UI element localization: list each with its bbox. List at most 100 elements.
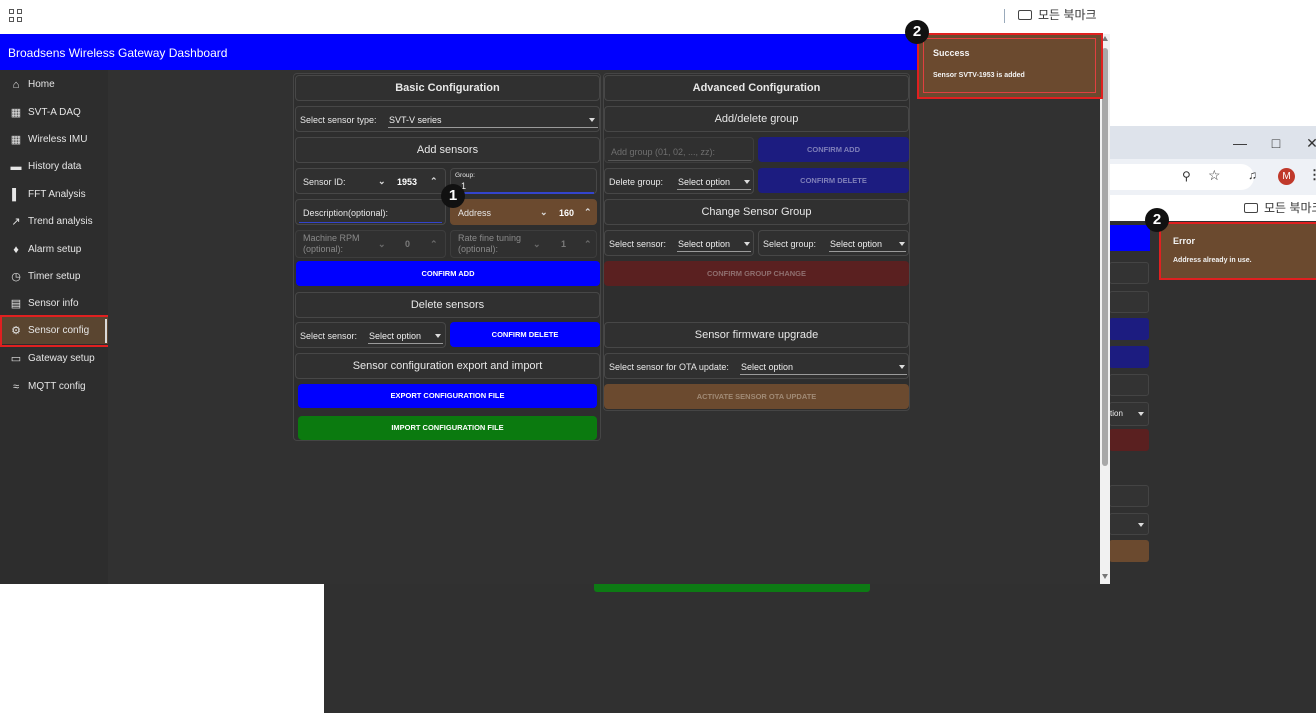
advanced-configuration-title: Advanced Configuration: [604, 75, 909, 101]
dashboard-icon: ▦: [10, 134, 22, 146]
sensor-type-row: Select sensor type: SVT-V series: [295, 106, 600, 132]
alarm-icon: ♦: [13, 244, 19, 256]
confirm-add-group-button[interactable]: CONFIRM ADD: [758, 137, 909, 162]
sensor-firmware-upgrade-title: Sensor firmware upgrade: [604, 322, 909, 348]
dropdown-arrow-icon: [1138, 412, 1144, 416]
maximize-icon[interactable]: □: [1266, 133, 1286, 153]
activate-ota-update-button[interactable]: ACTIVATE SENSOR OTA UPDATE: [604, 384, 909, 409]
chevron-down-icon[interactable]: ⌄: [533, 239, 541, 250]
export-configuration-button[interactable]: EXPORT CONFIGURATION FILE: [298, 384, 597, 408]
error-toast: Error Address already in use.: [1159, 222, 1316, 280]
sidebar-item-history-data[interactable]: ▬ History data: [0, 153, 108, 180]
sensor-type-select[interactable]: SVT-V series: [389, 115, 442, 125]
confirm-group-change-button[interactable]: CONFIRM GROUP CHANGE: [604, 261, 909, 286]
delete-group-select[interactable]: Select option: [678, 177, 730, 187]
ota-sensor-row: Select sensor for OTA update: Select opt…: [604, 353, 909, 379]
change-sensor-group-title: Change Sensor Group: [604, 199, 909, 225]
dropdown-arrow-icon: [589, 118, 595, 122]
confirm-add-button[interactable]: CONFIRM ADD: [296, 261, 600, 286]
bg-row: [1109, 540, 1149, 562]
bookmarks-divider: [1004, 9, 1005, 23]
scroll-down-arrow-icon[interactable]: [1102, 574, 1108, 579]
sidebar-item-fft-analysis[interactable]: ▌ FFT Analysis: [0, 181, 108, 208]
annotation-badge-2: 2: [905, 20, 929, 44]
confirm-delete-button[interactable]: CONFIRM DELETE: [450, 322, 600, 347]
annotation-badge-2: 2: [1145, 208, 1169, 232]
bg-row: [1109, 262, 1149, 284]
description-field[interactable]: Description(optional):: [295, 199, 446, 225]
chevron-down-icon[interactable]: ⌄: [540, 207, 548, 218]
chevron-down-icon[interactable]: ⌄: [378, 176, 386, 187]
star-icon[interactable]: ☆: [1208, 167, 1221, 184]
sidebar-item-alarm-setup[interactable]: ♦ Alarm setup: [0, 236, 108, 263]
bg-row: [1109, 374, 1149, 396]
bg-select-row: tion: [1109, 402, 1149, 426]
bg-row: [1109, 346, 1149, 368]
change-group-group-select[interactable]: Select option: [830, 239, 882, 249]
add-group-input[interactable]: Add group (01, 02, ..., zz):: [604, 137, 754, 163]
dropdown-arrow-icon: [435, 334, 441, 338]
clock-icon: ◷: [11, 271, 21, 283]
scrollbar-thumb[interactable]: [1102, 48, 1108, 466]
ota-sensor-select[interactable]: Select option: [741, 362, 793, 372]
folder-icon: ▬: [10, 161, 22, 173]
apps-grid-icon[interactable]: [9, 9, 23, 23]
dropdown-arrow-icon: [899, 242, 905, 246]
close-icon[interactable]: ✕: [1302, 133, 1316, 153]
media-icon[interactable]: ♫: [1248, 168, 1257, 182]
dropdown-arrow-icon: [744, 180, 750, 184]
sensor-id-field[interactable]: Sensor ID: ⌄ 1953 ⌃: [295, 168, 446, 194]
sidebar-item-wireless-imu[interactable]: ▦ Wireless IMU: [0, 126, 108, 153]
success-toast-title: Success: [933, 48, 970, 58]
chevron-up-icon[interactable]: ⌃: [430, 176, 438, 187]
bar-chart-icon: ▌: [12, 189, 20, 201]
sidebar-item-sensor-info[interactable]: ▤ Sensor info: [0, 290, 108, 317]
import-configuration-button[interactable]: IMPORT CONFIGURATION FILE: [298, 416, 597, 440]
dashboard-icon: ▦: [10, 107, 22, 119]
bg-import-button-edge: [594, 584, 870, 592]
basic-configuration-title: Basic Configuration: [295, 75, 600, 101]
sidebar-item-timer-setup[interactable]: ◷ Timer setup: [0, 263, 108, 290]
export-import-title: Sensor configuration export and import: [295, 353, 600, 379]
dropdown-arrow-icon: [744, 242, 750, 246]
all-bookmarks-button[interactable]: 모든 북마크: [1018, 6, 1097, 24]
chevron-up-icon[interactable]: ⌃: [584, 239, 592, 250]
laptop-icon: ▭: [10, 353, 22, 365]
change-group-group-row: Select group: Select option: [758, 230, 909, 256]
delete-sensor-row: Select sensor: Select option: [295, 322, 446, 348]
confirm-delete-group-button[interactable]: CONFIRM DELETE: [758, 168, 909, 193]
info-card-icon: ▤: [10, 298, 22, 310]
bg-row: [1109, 485, 1149, 507]
sidebar-item-svt-a-daq[interactable]: ▦ SVT-A DAQ: [0, 99, 108, 126]
dropdown-arrow-icon: [1138, 523, 1144, 527]
error-toast-title: Error: [1173, 236, 1196, 246]
sidebar-item-mqtt-config[interactable]: ≈ MQTT config: [0, 373, 108, 400]
profile-avatar[interactable]: M: [1278, 168, 1295, 185]
vertical-scrollbar[interactable]: [1100, 34, 1110, 584]
folder-icon: [1244, 203, 1258, 213]
minimize-icon[interactable]: —: [1230, 133, 1250, 153]
sidebar-item-home[interactable]: ⌂ Home: [0, 71, 108, 98]
machine-rpm-field[interactable]: Machine RPM (optional): ⌄ 0 ⌃: [295, 230, 446, 258]
sidebar-item-gateway-setup[interactable]: ▭ Gateway setup: [0, 345, 108, 372]
group-field[interactable]: Group: 1: [450, 168, 597, 194]
add-delete-group-title: Add/delete group: [604, 106, 909, 132]
bg-row: [1109, 318, 1149, 340]
success-toast: Success Sensor SVTV-1953 is added: [917, 33, 1103, 99]
chevron-up-icon[interactable]: ⌃: [430, 239, 438, 250]
change-group-sensor-select[interactable]: Select option: [678, 239, 730, 249]
delete-group-row: Delete group: Select option: [604, 168, 754, 194]
browser-bookmarks-bar: [0, 0, 1110, 34]
success-toast-message: Sensor SVTV-1953 is added: [933, 72, 1025, 79]
rate-fine-tuning-field[interactable]: Rate fine tuning (optional): ⌄ 1 ⌃: [450, 230, 597, 258]
bg-all-bookmarks[interactable]: 모든 북마크: [1244, 199, 1316, 216]
home-icon: ⌂: [12, 79, 20, 91]
address-field[interactable]: Address ⌄ 160 ⌃: [450, 199, 597, 225]
chevron-up-icon[interactable]: ⌃: [584, 207, 592, 218]
delete-sensor-select[interactable]: Select option: [369, 331, 421, 341]
bg-select-row: [1109, 513, 1149, 535]
zoom-icon[interactable]: ⚲: [1182, 169, 1191, 183]
menu-icon[interactable]: ⋮: [1308, 167, 1316, 183]
chevron-down-icon[interactable]: ⌄: [378, 239, 386, 250]
sidebar-item-trend-analysis[interactable]: ↗ Trend analysis: [0, 208, 108, 235]
